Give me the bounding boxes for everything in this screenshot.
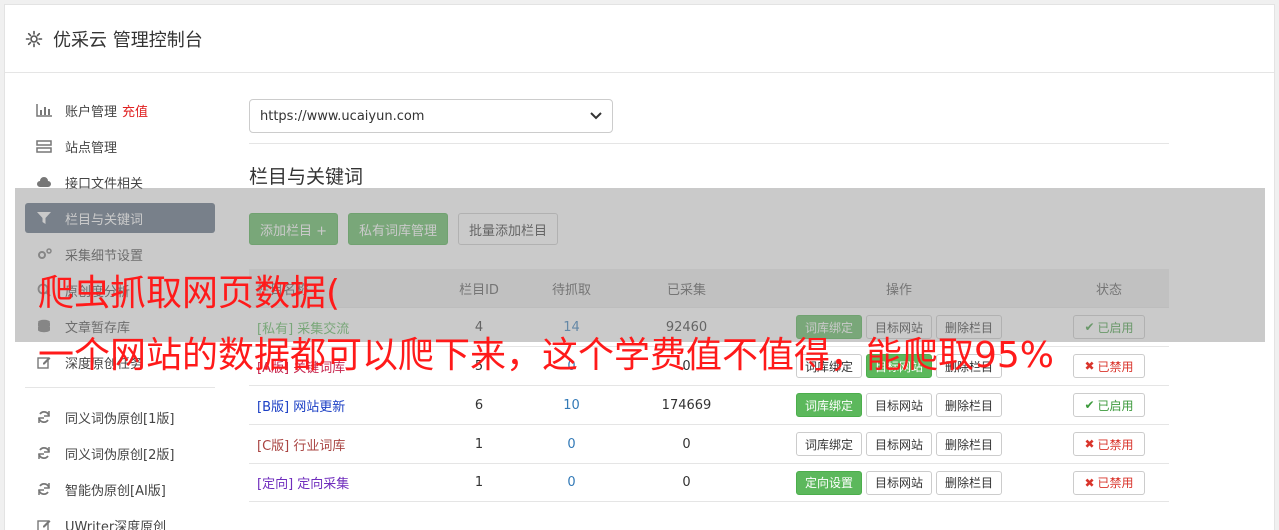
row-actions: 定向设置 目标网站 删除栏目 bbox=[749, 470, 1049, 495]
column-tag: [C版] bbox=[257, 438, 290, 454]
table-row: [C版] 行业词库 1 0 0 词库绑定 目标网站 删除栏目 ✖ 已禁用 bbox=[249, 424, 1169, 463]
status-label: 已禁用 bbox=[1097, 476, 1134, 490]
status-toggle[interactable]: ✖ 已禁用 bbox=[1073, 432, 1145, 456]
chevron-down-icon bbox=[590, 109, 602, 124]
server-icon bbox=[35, 139, 53, 153]
header: 优采云 管理控制台 bbox=[5, 5, 1274, 73]
column-id: 6 bbox=[474, 397, 484, 413]
status-toggle[interactable]: ✖ 已禁用 bbox=[1073, 354, 1145, 378]
status-cell: ✖ 已禁用 bbox=[1049, 470, 1169, 495]
section-title: 栏目与关键词 bbox=[249, 166, 364, 188]
pending-count[interactable]: 10 bbox=[519, 398, 624, 413]
column-id: 1 bbox=[474, 436, 484, 452]
column-id: 1 bbox=[474, 475, 484, 490]
close-icon: ✖ bbox=[1084, 437, 1095, 451]
sidebar-tool-2[interactable]: 智能伪原创[AI版] bbox=[25, 474, 215, 504]
pending-count[interactable]: 0 bbox=[519, 437, 624, 452]
column-name[interactable]: 定向采集 bbox=[297, 477, 349, 492]
delete-column-button[interactable]: 删除栏目 bbox=[936, 432, 1003, 456]
bind-lexicon-button[interactable]: 词库绑定 bbox=[795, 432, 862, 456]
status-toggle[interactable]: ✖ 已禁用 bbox=[1073, 470, 1145, 495]
collected-count: 174669 bbox=[661, 397, 712, 413]
watermark-overlay bbox=[15, 188, 1265, 342]
table-row: [定向] 定向采集 1 0 0 定向设置 目标网站 删除栏目 ✖ 已禁用 bbox=[249, 463, 1169, 502]
status-cell: ✔已启用 bbox=[1049, 393, 1169, 417]
sidebar-divider bbox=[25, 387, 215, 388]
column-name-cell[interactable]: [B版] 网站更新 bbox=[249, 396, 439, 415]
sidebar-tool-label: 同义词伪原创[2版] bbox=[65, 447, 175, 463]
row-actions: 词库绑定目标网站删除栏目 bbox=[749, 393, 1049, 417]
overlay-subline: 一个网站的数据都可以爬下来，这个学费值不值得，能爬取95% bbox=[38, 335, 1055, 376]
column-name[interactable]: 行业词库 bbox=[293, 439, 345, 454]
page-title: 优采云 管理控制台 bbox=[53, 29, 203, 51]
cloud-upload-icon bbox=[35, 175, 53, 189]
delete-column-button[interactable]: 删除栏目 bbox=[936, 393, 1003, 417]
divider bbox=[249, 143, 1169, 144]
status-label: 已启用 bbox=[1097, 398, 1134, 413]
close-icon: ✖ bbox=[1084, 359, 1095, 373]
table-row: [B版] 网站更新 6 10 174669 词库绑定 目标网站 删除栏目 ✔ 已启用 bbox=[249, 385, 1169, 424]
delete-column-button[interactable]: 删除栏目 bbox=[936, 470, 1003, 495]
column-name-cell[interactable]: [C版] 行业词库 bbox=[249, 435, 439, 454]
target-site-button[interactable]: 目标网站 bbox=[865, 470, 932, 495]
target-site-button[interactable]: 目标网站 bbox=[865, 432, 932, 456]
column-name[interactable]: 网站更新 bbox=[293, 400, 345, 415]
collected-count: 0 bbox=[682, 475, 691, 490]
sidebar-item-1[interactable]: 站点管理 bbox=[25, 131, 215, 161]
sidebar-tool-label: UWriter深度原创 bbox=[65, 519, 167, 530]
refresh-icon bbox=[35, 482, 53, 496]
status-label: 已禁用 bbox=[1097, 359, 1134, 374]
status-label: 已禁用 bbox=[1097, 437, 1134, 452]
refresh-icon bbox=[35, 446, 53, 460]
recharge-link[interactable]: 充值 bbox=[122, 101, 148, 120]
bind-lexicon-button[interactable]: 词库绑定 bbox=[795, 393, 862, 417]
sidebar-item-0[interactable]: 账户管理 充值 bbox=[25, 95, 215, 125]
target-site-button[interactable]: 目标网站 bbox=[865, 393, 932, 417]
sidebar-tool-label: 智能伪原创[AI版] bbox=[65, 483, 166, 499]
overlay-headline: 爬虫抓取网页数据( bbox=[38, 273, 341, 314]
sidebar-tool-label: 同义词伪原创[1版] bbox=[65, 411, 175, 427]
bar-chart-icon bbox=[35, 103, 53, 117]
sidebar-tool-1[interactable]: 同义词伪原创[2版] bbox=[25, 438, 215, 468]
sidebar-tool-0[interactable]: 同义词伪原创[1版] bbox=[25, 402, 215, 432]
column-tag: [B版] bbox=[257, 399, 290, 415]
column-tag: [定向] bbox=[257, 477, 294, 492]
site-select[interactable]: https://www.ucaiyun.com bbox=[249, 99, 613, 133]
sidebar-item-label: 账户管理 bbox=[65, 104, 118, 120]
column-name-cell[interactable]: [定向] 定向采集 bbox=[249, 473, 439, 492]
row-actions: 词库绑定目标网站删除栏目 bbox=[749, 432, 1049, 456]
sidebar-item-label: 站点管理 bbox=[65, 140, 118, 156]
status-cell: ✖ 已禁用 bbox=[1049, 354, 1169, 378]
pending-count[interactable]: 0 bbox=[519, 475, 624, 490]
check-icon: ✔ bbox=[1084, 398, 1095, 412]
collected-count: 0 bbox=[682, 436, 691, 452]
sidebar-tool-3[interactable]: UWriter深度原创 bbox=[25, 510, 215, 530]
close-icon: ✖ bbox=[1084, 475, 1095, 490]
edit-icon bbox=[35, 518, 53, 530]
bind-lexicon-button[interactable]: 定向设置 bbox=[795, 470, 862, 495]
refresh-icon bbox=[35, 410, 53, 424]
site-select-value: https://www.ucaiyun.com bbox=[260, 108, 425, 124]
gear-icon bbox=[25, 30, 43, 48]
status-toggle[interactable]: ✔已启用 bbox=[1073, 393, 1145, 417]
status-cell: ✖ 已禁用 bbox=[1049, 432, 1169, 456]
